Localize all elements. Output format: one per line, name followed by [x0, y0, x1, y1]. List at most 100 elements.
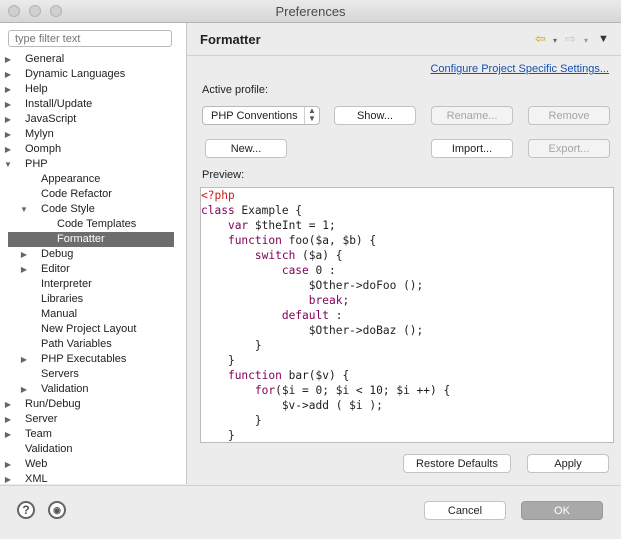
code-token: }	[201, 354, 235, 367]
tree-item[interactable]: ▶ Install/Update	[0, 97, 186, 112]
import-export-icon[interactable]: ◉	[48, 501, 66, 519]
chevron-right-icon[interactable]: ▶	[3, 412, 13, 427]
apply-button[interactable]: Apply	[527, 454, 609, 473]
updown-chevron-icon: ▲ ▼	[304, 107, 319, 124]
code-token: ($i = 0; $i < 10; $i ++) {	[275, 384, 451, 397]
tree-item[interactable]: ▶ Mylyn	[0, 127, 186, 142]
chevron-right-icon[interactable]: ▶	[3, 82, 13, 97]
code-token: $v->add ( $i );	[201, 399, 383, 412]
filter-input[interactable]	[8, 30, 172, 47]
chevron-right-icon[interactable]: ▶	[3, 427, 13, 442]
tree-item[interactable]: ▶ General	[0, 52, 186, 67]
chevron-right-icon[interactable]: ▶	[19, 262, 29, 277]
chevron-right-icon[interactable]: ▶	[3, 127, 13, 142]
chevron-right-icon[interactable]: ▶	[3, 472, 13, 484]
code-line: default :	[201, 308, 343, 323]
profile-select[interactable]: PHP Conventions ▲ ▼	[202, 106, 320, 125]
tree-item-label: Code Style	[41, 203, 95, 215]
tree-item[interactable]: ▶ Validation	[0, 382, 186, 397]
tree-item[interactable]: ▼ Code Style	[0, 202, 186, 217]
forward-arrow-icon[interactable]: ⇨	[565, 31, 576, 47]
new-button[interactable]: New...	[205, 139, 287, 158]
ok-button[interactable]: OK	[521, 501, 603, 520]
tree-item[interactable]: ▶ Run/Debug	[0, 397, 186, 412]
code-token: $Other->doFoo ();	[201, 279, 424, 292]
code-line: }	[201, 413, 262, 428]
tree-item[interactable]: Code Templates	[0, 217, 186, 232]
tree-item[interactable]: ▶ Debug	[0, 247, 186, 262]
tree-item[interactable]: ▶ XML	[0, 472, 186, 484]
tree-item[interactable]: New Project Layout	[0, 322, 186, 337]
tree-item[interactable]: ▼ PHP	[0, 157, 186, 172]
cancel-button[interactable]: Cancel	[424, 501, 506, 520]
chevron-right-icon[interactable]: ▶	[3, 112, 13, 127]
tree-item-label: Install/Update	[25, 98, 93, 110]
code-token: case	[281, 264, 309, 277]
chevron-down-icon[interactable]: ▼	[19, 202, 29, 217]
tree-item[interactable]: ▶ Web	[0, 457, 186, 472]
tree-item[interactable]: ▶ Help	[0, 82, 186, 97]
chevron-right-icon[interactable]: ▶	[3, 142, 13, 157]
tree-item[interactable]: ▶ PHP Executables	[0, 352, 186, 367]
chevron-right-icon[interactable]: ▶	[3, 397, 13, 412]
export-button[interactable]: Export...	[528, 139, 610, 158]
chevron-right-icon[interactable]: ▶	[19, 382, 29, 397]
tree-item[interactable]: ▶ Oomph	[0, 142, 186, 157]
tree-item-label: Dynamic Languages	[25, 68, 126, 80]
chevron-down-icon[interactable]: ▼	[3, 157, 13, 172]
code-token: Example {	[234, 204, 303, 217]
tree-item-label: Code Templates	[57, 218, 137, 230]
tree-item[interactable]: Path Variables	[0, 337, 186, 352]
code-token: function	[227, 369, 282, 382]
rename-button[interactable]: Rename...	[431, 106, 513, 125]
restore-defaults-button[interactable]: Restore Defaults	[403, 454, 511, 473]
code-line: }	[201, 338, 262, 353]
tree-item[interactable]: ▶ Editor	[0, 262, 186, 277]
tree-item[interactable]: ▶ JavaScript	[0, 112, 186, 127]
tree-item[interactable]: ▶ Server	[0, 412, 186, 427]
code-token: default	[281, 309, 329, 322]
code-line: class Example {	[201, 203, 302, 218]
tree-item-label: Validation	[25, 443, 73, 455]
tree-item[interactable]: Interpreter	[0, 277, 186, 292]
show-button[interactable]: Show...	[334, 106, 416, 125]
tree-item[interactable]: ▶ Dynamic Languages	[0, 67, 186, 82]
code-token: ($a) {	[295, 249, 343, 262]
chevron-right-icon[interactable]: ▶	[19, 352, 29, 367]
chevron-right-icon[interactable]: ▶	[3, 52, 13, 67]
forward-dropdown-icon[interactable]: ▾	[584, 36, 588, 45]
chevron-right-icon[interactable]: ▶	[3, 457, 13, 472]
tree-item[interactable]: Appearance	[0, 172, 186, 187]
tree-item-label: Help	[25, 83, 48, 95]
tree-item[interactable]: ▶ Team	[0, 427, 186, 442]
chevron-right-icon[interactable]: ▶	[19, 247, 29, 262]
tree-item-label: Manual	[41, 308, 78, 320]
tree-item-label: Path Variables	[41, 338, 112, 350]
help-icon[interactable]: ?	[17, 501, 35, 519]
tree-item[interactable]: Libraries	[0, 292, 186, 307]
tree-item[interactable]: Validation	[0, 442, 186, 457]
tree-item[interactable]: Manual	[0, 307, 186, 322]
back-dropdown-icon[interactable]: ▾	[553, 36, 557, 45]
code-line: var $theInt = 1;	[201, 218, 336, 233]
code-token: 0 :	[308, 264, 336, 277]
remove-button[interactable]: Remove	[528, 106, 610, 125]
preferences-sidebar: ▶ General ▶ Dynamic Languages ▶ Help ▶ Install/…	[0, 23, 187, 484]
import-button[interactable]: Import...	[431, 139, 513, 158]
tree-item-label: XML	[25, 473, 48, 484]
view-menu-icon[interactable]: ▼	[598, 33, 609, 45]
back-arrow-icon[interactable]: ⇦	[535, 31, 546, 47]
chevron-right-icon[interactable]: ▶	[3, 67, 13, 82]
code-line: }	[201, 353, 235, 368]
code-token: <?php	[201, 189, 235, 202]
tree-item[interactable]: Servers	[0, 367, 186, 382]
tree-item[interactable]: Formatter	[8, 232, 174, 247]
configure-project-settings-link[interactable]: Configure Project Specific Settings...	[430, 63, 609, 75]
page-title: Formatter	[200, 32, 261, 47]
chevron-right-icon[interactable]: ▶	[3, 97, 13, 112]
tree-item[interactable]: Code Refactor	[0, 187, 186, 202]
